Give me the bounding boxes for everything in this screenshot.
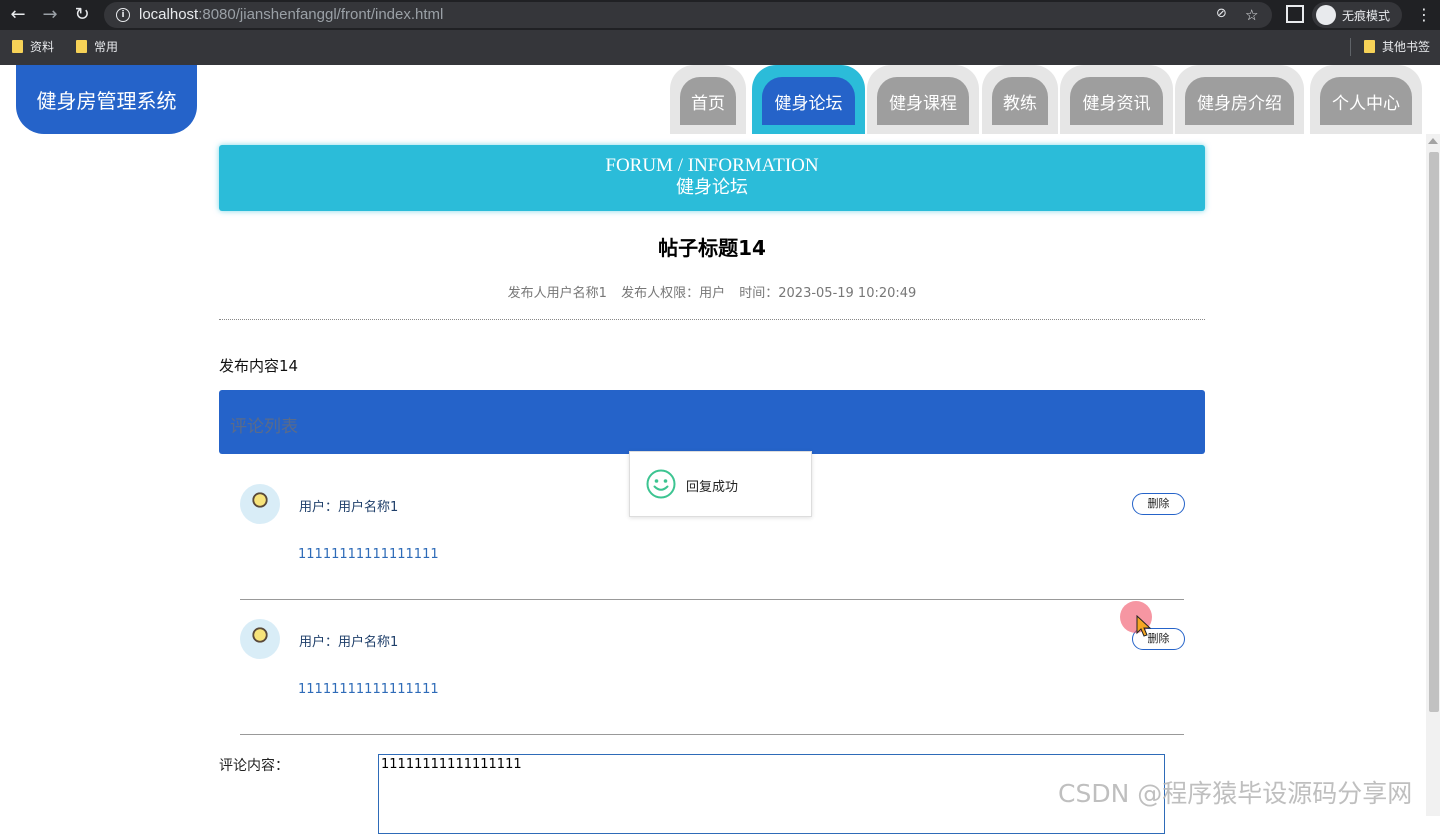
nav-label: 教练 [992, 77, 1048, 125]
bookmark-label: 资料 [30, 40, 55, 54]
url-host: localhost [139, 6, 199, 23]
scroll-up-icon[interactable] [1428, 138, 1438, 144]
reload-icon[interactable]: ↻ [70, 3, 94, 27]
folder-icon [76, 40, 87, 53]
post-title: 帖子标题14 [658, 236, 766, 260]
comment-textarea[interactable]: 11111111111111111 [378, 754, 1165, 834]
menu-icon[interactable]: ⋮ [1416, 5, 1432, 25]
smile-icon [646, 469, 676, 499]
post-content: 发布内容14 [219, 357, 299, 375]
site-info-icon[interactable]: i [116, 8, 130, 22]
post-time: 时间：2023-05-19 10:20:49 [739, 286, 917, 301]
avatar [240, 619, 280, 659]
incognito-label: 无痕模式 [1342, 8, 1391, 23]
toast-message: 回复成功 [686, 480, 739, 495]
banner-title-cn: 健身论坛 [676, 177, 748, 198]
bookmark-separator [1350, 38, 1351, 56]
nav-label: 健身资讯 [1070, 77, 1163, 125]
other-bookmarks[interactable]: 其他书签 [1364, 38, 1430, 55]
nav-coaches[interactable]: 教练 [982, 65, 1058, 134]
nav-home[interactable]: 首页 [670, 65, 746, 134]
bookmark-label: 常用 [94, 40, 119, 54]
success-toast: 回复成功 [629, 451, 812, 517]
folder-icon [1364, 40, 1375, 53]
nav-courses[interactable]: 健身课程 [867, 65, 979, 134]
nav-gym-intro[interactable]: 健身房介绍 [1175, 65, 1304, 134]
comment-user: 用户：用户名称1 [299, 635, 399, 650]
nav-label: 健身房介绍 [1185, 77, 1294, 125]
bookmark-star-icon[interactable]: ☆ [1245, 6, 1258, 24]
nav-label: 健身课程 [877, 77, 969, 125]
side-panel-icon[interactable] [1286, 5, 1304, 23]
nav-forum[interactable]: 健身论坛 [752, 65, 865, 134]
comment-text: 11111111111111111 [298, 547, 439, 562]
comments-header: 评论列表 [219, 390, 1205, 454]
comment-user: 用户：用户名称1 [299, 500, 399, 515]
scrollbar-thumb[interactable] [1429, 152, 1439, 712]
nav-label: 个人中心 [1320, 77, 1412, 125]
nav-user-center[interactable]: 个人中心 [1310, 65, 1422, 134]
nav-news[interactable]: 健身资讯 [1060, 65, 1173, 134]
browser-toolbar: ← → ↻ i localhost:8080/jianshenfanggl/fr… [0, 0, 1440, 30]
url-path: :8080/jianshenfanggl/front/index.html [198, 6, 444, 23]
mouse-cursor-icon [1136, 615, 1152, 637]
bookmark-folder-1[interactable]: 常用 [76, 38, 118, 55]
delete-button[interactable]: 删除 [1132, 493, 1185, 515]
forum-banner: FORUM / INFORMATION 健身论坛 [219, 145, 1205, 211]
post-meta: 发布人用户名称1 发布人权限：用户 时间：2023-05-19 10:20:49 [219, 282, 1205, 301]
incognito-indicator[interactable]: 无痕模式 [1312, 2, 1403, 28]
forward-icon[interactable]: → [38, 3, 62, 27]
comment-form-label: 评论内容： [219, 758, 289, 774]
comments-header-label: 评论列表 [230, 417, 298, 437]
bookmark-label: 其他书签 [1382, 40, 1431, 54]
incognito-icon [1316, 5, 1336, 25]
watermark: CSDN @程序猿毕设源码分享网 [1058, 779, 1413, 808]
avatar [240, 484, 280, 524]
nav-label: 健身论坛 [762, 77, 855, 125]
nav-label: 首页 [680, 77, 736, 125]
folder-icon [12, 40, 23, 53]
comment-text: 11111111111111111 [298, 682, 439, 697]
site-logo[interactable]: 健身房管理系统 [16, 65, 197, 134]
back-icon[interactable]: ← [6, 3, 30, 27]
banner-title-en: FORUM / INFORMATION [605, 155, 819, 176]
comment-item: 用户：用户名称1 11111111111111111 删除 [240, 599, 1185, 735]
post-author: 发布人用户名称1 [507, 286, 607, 301]
post-role: 发布人权限：用户 [621, 286, 726, 301]
divider [219, 319, 1205, 320]
address-bar[interactable]: i localhost:8080/jianshenfanggl/front/in… [104, 2, 1272, 28]
bookmark-folder-0[interactable]: 资料 [12, 38, 54, 55]
bookmarks-bar: 资料 常用 其他书签 [0, 30, 1440, 65]
blocked-content-icon[interactable]: ⊘ [1216, 6, 1227, 21]
